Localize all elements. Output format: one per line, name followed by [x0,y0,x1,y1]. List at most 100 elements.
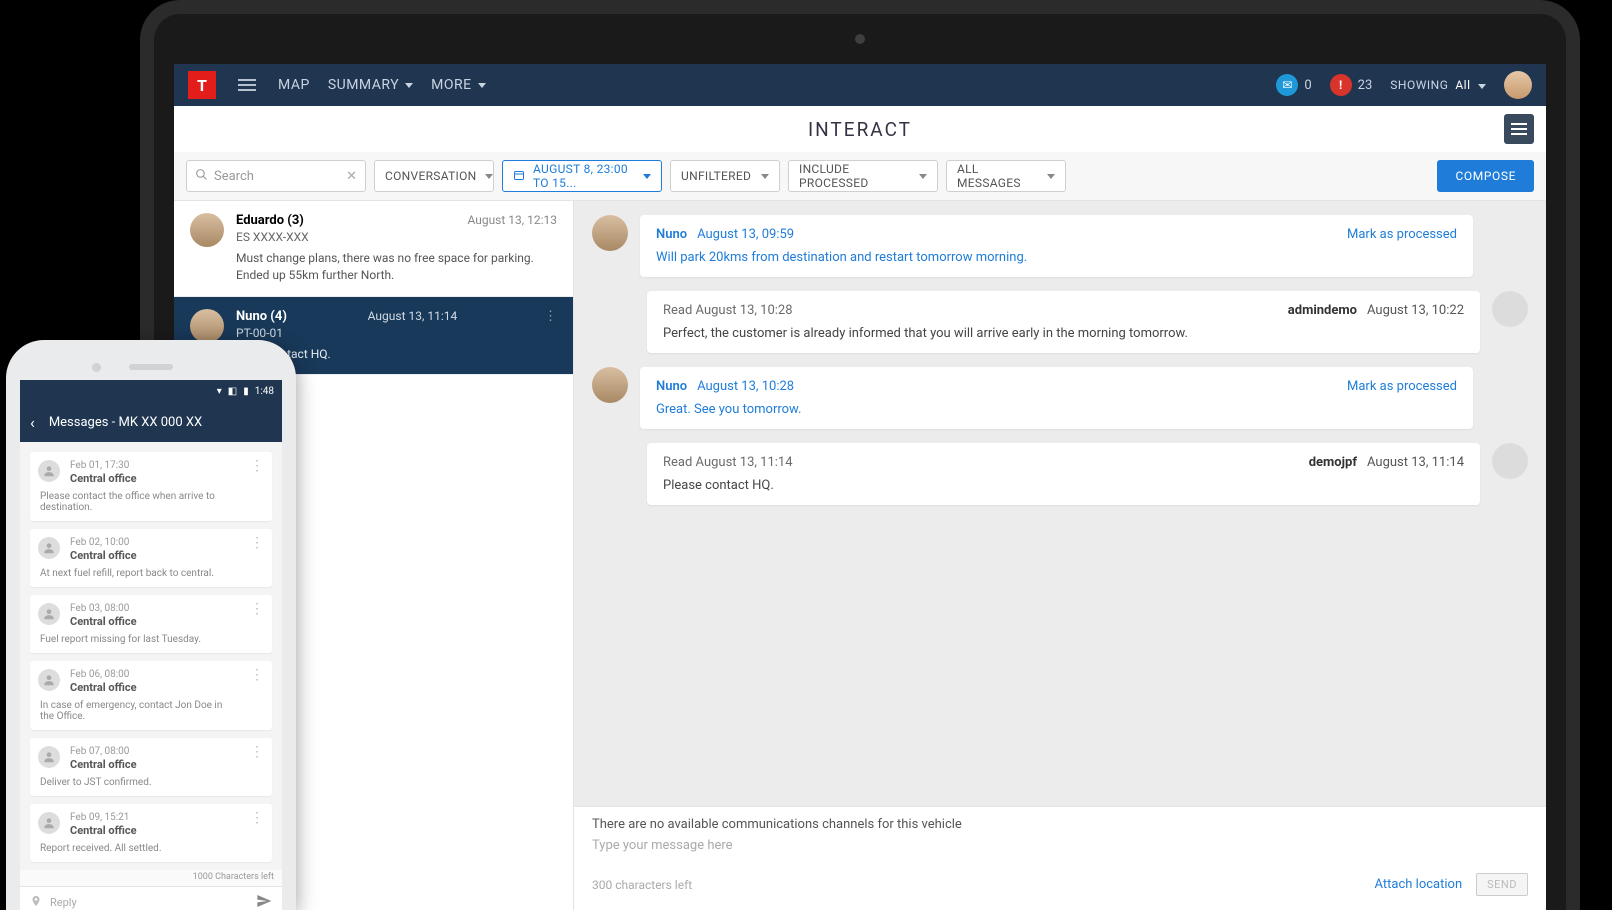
message-bubble: Read August 13, 11:14 demojpf August 13,… [647,443,1480,505]
conversation-name: Nuno (4) [236,309,287,324]
showing-filter[interactable]: SHOWING All [1390,78,1486,92]
message-timestamp: August 13, 10:28 [697,379,794,394]
mark-processed-link[interactable]: Mark as processed [1347,379,1457,394]
phone-message-card[interactable]: ⋮Feb 03, 08:00Central officeFuel report … [30,595,272,653]
message-timestamp: August 13, 10:22 [1367,303,1464,318]
hamburger-icon[interactable] [234,72,260,98]
phone-message-card[interactable]: ⋮Feb 09, 15:21Central officeReport recei… [30,804,272,862]
phone-message-card[interactable]: ⋮Feb 07, 08:00Central officeDeliver to J… [30,738,272,796]
nav-summary-label: SUMMARY [328,77,399,93]
filter-conversation[interactable]: CONVERSATION [374,160,494,192]
message-text: Please contact HQ. [663,478,1464,493]
filter-all-messages-label: ALL MESSAGES [957,162,1039,190]
mail-badge[interactable]: ✉ 0 [1276,74,1311,96]
kebab-icon[interactable]: ⋮ [250,535,264,551]
conversation-item[interactable]: Eduardo (3)August 13, 12:13 ES XXXX-XXX … [174,201,573,297]
message-sender: admindemo [1288,303,1357,318]
search-placeholder: Search [214,169,254,184]
conversation-time: August 13, 12:13 [467,213,557,228]
phone-reply-placeholder: Reply [50,896,77,909]
phone-msg-body: Please contact the office when arrive to… [40,491,238,513]
phone-message-card[interactable]: ⋮Feb 06, 08:00Central officeIn case of e… [30,661,272,730]
filter-date-range[interactable]: AUGUST 8, 23:00 TO 15... [502,160,662,192]
kebab-icon[interactable]: ⋮ [538,309,557,324]
thread-panel: Nuno August 13, 09:59 Mark as processed … [574,201,1546,910]
message-thread: Nuno August 13, 09:59 Mark as processed … [574,201,1546,806]
phone-msg-from: Central office [70,549,238,562]
avatar [592,367,628,403]
mail-icon: ✉ [1276,74,1298,96]
message-bubble: Read August 13, 10:28 admindemo August 1… [647,291,1480,353]
conversation-subtitle: PT-00-01 [236,326,557,340]
chevron-down-icon [405,83,413,88]
phone-chars-left: 1000 Characters left [20,870,282,886]
filter-include-processed-label: INCLUDE PROCESSED [799,162,911,190]
brand-logo[interactable]: T [188,71,216,99]
kebab-icon[interactable]: ⋮ [250,810,264,826]
nav-map[interactable]: MAP [278,77,310,93]
message-composer: There are no available communications ch… [574,806,1546,910]
phone-msg-from: Central office [70,681,238,694]
nav-summary[interactable]: SUMMARY [328,77,413,93]
phone-message-card[interactable]: ⋮Feb 01, 17:30Central officePlease conta… [30,452,272,521]
user-avatar[interactable] [1504,71,1532,99]
conversation-subtitle: ES XXXX-XXX [236,230,557,244]
filter-unfiltered-label: UNFILTERED [681,169,751,183]
mark-processed-link[interactable]: Mark as processed [1347,227,1457,242]
page-title: INTERACT [808,118,912,141]
alert-icon: ! [1330,74,1352,96]
clear-search-icon[interactable]: ✕ [346,169,357,184]
avatar-icon [38,669,60,691]
message-bubble: Nuno August 13, 10:28 Mark as processed … [640,367,1473,429]
filter-conversation-label: CONVERSATION [385,169,477,183]
avatar [190,309,224,343]
kebab-icon[interactable]: ⋮ [250,744,264,760]
avatar [1492,443,1528,479]
phone-message-list[interactable]: ⋮Feb 01, 17:30Central officePlease conta… [20,442,282,870]
conversation-preview: Must change plans, there was no free spa… [236,250,557,284]
phone-header: ‹ Messages - MK XX 000 XX [20,402,282,442]
wifi-icon: ▾ [217,386,222,397]
calendar-icon [513,169,525,184]
conversation-name: Eduardo (3) [236,213,304,228]
avatar-icon [38,460,60,482]
back-icon[interactable]: ‹ [30,413,35,432]
mail-count: 0 [1304,78,1311,93]
page-menu-icon[interactable] [1504,114,1534,144]
kebab-icon[interactable]: ⋮ [250,601,264,617]
search-input[interactable]: Search ✕ [186,160,366,192]
chars-left: 300 characters left [592,878,692,892]
location-pin-icon[interactable] [30,895,42,910]
filter-all-messages[interactable]: ALL MESSAGES [946,160,1066,192]
phone-msg-time: Feb 06, 08:00 [70,669,238,680]
battery-icon: ▮ [243,386,249,397]
avatar [190,213,224,247]
attach-location-link[interactable]: Attach location [1375,877,1463,892]
filter-unfiltered[interactable]: UNFILTERED [670,160,780,192]
phone-message-card[interactable]: ⋮Feb 02, 10:00Central officeAt next fuel… [30,529,272,587]
message-read-status: Read August 13, 10:28 [663,303,793,318]
phone-reply-bar[interactable]: Reply [20,886,282,910]
showing-value: All [1455,78,1470,92]
page-title-bar: INTERACT [174,106,1546,152]
nav-more[interactable]: MORE [431,77,485,93]
phone-send-icon[interactable] [256,893,272,910]
filter-include-processed[interactable]: INCLUDE PROCESSED [788,160,938,192]
message-sender: Nuno [656,227,687,242]
content-body: Eduardo (3)August 13, 12:13 ES XXXX-XXX … [174,201,1546,910]
phone-msg-from: Central office [70,758,238,771]
avatar-icon [38,537,60,559]
message-text: Great. See you tomorrow. [656,402,1457,417]
alert-count: 23 [1358,78,1373,93]
chevron-down-icon [478,83,486,88]
avatar-icon [38,603,60,625]
compose-button[interactable]: COMPOSE [1437,160,1534,192]
send-button[interactable]: SEND [1476,873,1528,896]
phone-msg-body: Report received. All settled. [40,843,238,854]
kebab-icon[interactable]: ⋮ [250,667,264,683]
kebab-icon[interactable]: ⋮ [250,458,264,474]
composer-input[interactable]: Type your message here [592,838,1528,853]
alert-badge[interactable]: ! 23 [1330,74,1373,96]
avatar [592,215,628,251]
laptop-screen: T MAP SUMMARY MORE ✉ 0 ! 23 SHOWING All [174,64,1546,910]
